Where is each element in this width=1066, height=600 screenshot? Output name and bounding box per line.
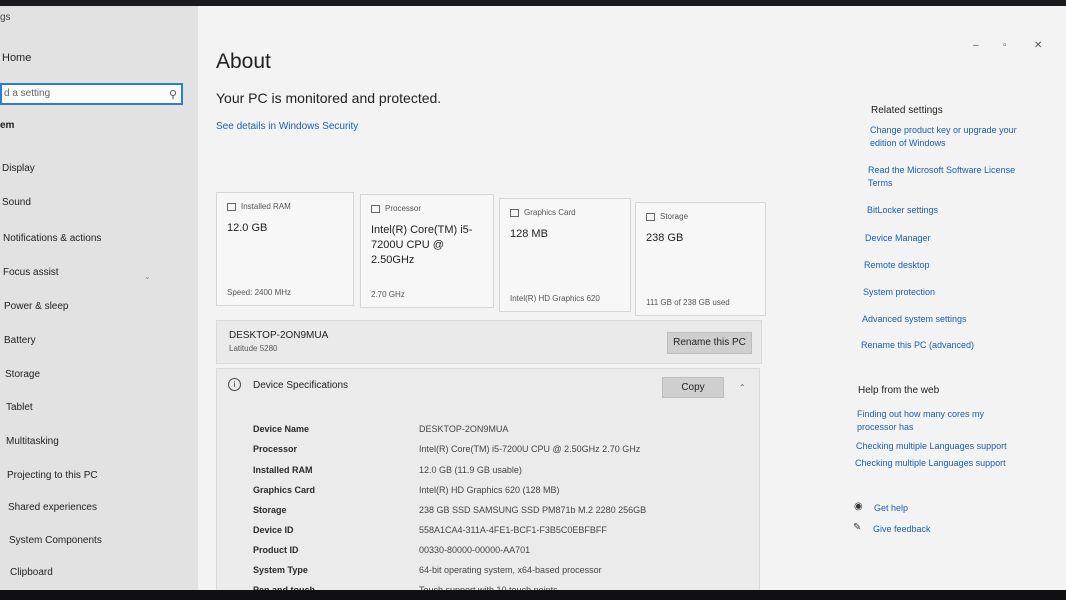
spec-key: Device ID bbox=[253, 525, 294, 535]
main-content: About Your PC is monitored and protected… bbox=[198, 6, 1066, 600]
copy-button[interactable]: Copy bbox=[662, 377, 724, 398]
rename-pc-advanced-link[interactable]: Rename this PC (advanced) bbox=[861, 339, 1031, 352]
card-graphics: Graphics Card 128 MB Intel(R) HD Graphic… bbox=[499, 198, 631, 312]
search-icon: ⚲ bbox=[168, 89, 177, 101]
card-sub: 111 GB of 238 GB used bbox=[646, 298, 730, 307]
close-button[interactable]: ✕ bbox=[1034, 40, 1042, 51]
license-terms-link[interactable]: Read the Microsoft Software License Term… bbox=[868, 164, 1033, 190]
sidebar-item-clipboard[interactable]: Clipboard bbox=[10, 567, 53, 578]
minimize-button[interactable]: – bbox=[973, 40, 979, 51]
window-title: gs bbox=[0, 12, 11, 23]
card-value: 128 MB bbox=[510, 228, 548, 240]
sidebar-item-tablet[interactable]: Tablet bbox=[6, 402, 33, 413]
spec-key: Storage bbox=[253, 505, 287, 515]
languages-help-link[interactable]: Checking multiple Languages support bbox=[856, 440, 1036, 453]
sidebar-item-power-sleep[interactable]: Power & sleep bbox=[4, 301, 68, 312]
sidebar-section-system: em bbox=[0, 120, 15, 131]
pc-name-bar: DESKTOP-2ON9MUA Latitude 5280 Rename thi… bbox=[216, 320, 762, 364]
related-settings-title: Related settings bbox=[871, 105, 943, 116]
device-specifications: i Device Specifications Copy ⌃ Device Na… bbox=[216, 368, 760, 600]
card-label: Storage bbox=[660, 212, 689, 221]
change-product-key-link[interactable]: Change product key or upgrade your editi… bbox=[870, 124, 1035, 150]
card-label: Graphics Card bbox=[524, 208, 576, 217]
card-value: 238 GB bbox=[646, 232, 684, 244]
card-value: 12.0 GB bbox=[227, 222, 268, 234]
cores-help-link[interactable]: Finding out how many cores my processor … bbox=[857, 408, 1007, 434]
remote-desktop-link[interactable]: Remote desktop bbox=[864, 259, 1034, 272]
system-protection-link[interactable]: System protection bbox=[863, 286, 1033, 299]
sidebar-item-projecting[interactable]: Projecting to this PC bbox=[7, 470, 98, 481]
pc-name: DESKTOP-2ON9MUA bbox=[229, 330, 329, 341]
card-label: Processor bbox=[385, 204, 422, 213]
settings-window: gs Home d a setting ⚲ em Display Sound N… bbox=[0, 6, 1066, 600]
spec-key: Product ID bbox=[253, 545, 299, 555]
spec-key: Installed RAM bbox=[253, 465, 313, 475]
spec-key: Processor bbox=[253, 444, 298, 454]
ram-icon bbox=[227, 202, 236, 211]
search-input[interactable]: d a setting ⚲ bbox=[0, 83, 183, 105]
processor-icon bbox=[371, 204, 380, 213]
sidebar-item-storage[interactable]: Storage bbox=[5, 369, 40, 380]
spec-value: DESKTOP-2ON9MUA bbox=[419, 424, 509, 434]
spec-value: Intel(R) HD Graphics 620 (128 MB) bbox=[419, 485, 560, 495]
give-feedback-link[interactable]: Give feedback bbox=[873, 523, 1043, 536]
feedback-icon: ✎ bbox=[853, 522, 862, 533]
graphics-card-icon bbox=[510, 208, 519, 217]
spec-value: 12.0 GB (11.9 GB usable) bbox=[419, 465, 522, 475]
chevron-down-icon: ⌄ bbox=[144, 272, 151, 281]
get-help-icon: ◉ bbox=[854, 501, 863, 512]
bitlocker-link[interactable]: BitLocker settings bbox=[867, 204, 1037, 217]
maximize-button[interactable]: ▫ bbox=[1003, 40, 1007, 51]
languages-help-link-2[interactable]: Checking multiple Languages support bbox=[855, 457, 1035, 470]
card-processor: Processor Intel(R) Core(TM) i5-7200U CPU… bbox=[360, 194, 494, 308]
pc-model: Latitude 5280 bbox=[229, 344, 278, 353]
card-storage: Storage 238 GB 111 GB of 238 GB used bbox=[635, 202, 766, 316]
card-sub: Intel(R) HD Graphics 620 bbox=[510, 294, 600, 303]
sidebar-home[interactable]: Home bbox=[2, 52, 31, 64]
card-sub: 2.70 GHz bbox=[371, 290, 405, 299]
sidebar-item-battery[interactable]: Battery bbox=[4, 335, 36, 346]
spec-value: 238 GB SSD SAMSUNG SSD PM871b M.2 2280 2… bbox=[419, 505, 647, 515]
sidebar-item-multitasking[interactable]: Multitasking bbox=[6, 436, 59, 447]
card-installed-ram: Installed RAM 12.0 GB Speed: 2400 MHz bbox=[216, 192, 354, 306]
taskbar bbox=[0, 590, 1066, 600]
advanced-system-settings-link[interactable]: Advanced system settings bbox=[862, 313, 1032, 326]
get-help-link[interactable]: Get help bbox=[874, 502, 1044, 515]
sidebar-item-display[interactable]: Display bbox=[2, 163, 35, 174]
spec-value: 00330-80000-00000-AA701 bbox=[419, 545, 531, 555]
rename-pc-button[interactable]: Rename this PC bbox=[667, 332, 752, 354]
search-placeholder: d a setting bbox=[4, 88, 51, 99]
device-manager-link[interactable]: Device Manager bbox=[865, 232, 1035, 245]
spec-value: Intel(R) Core(TM) i5-7200U CPU @ 2.50GHz… bbox=[419, 444, 641, 454]
page-title: About bbox=[216, 50, 271, 73]
protection-status: Your PC is monitored and protected. bbox=[216, 90, 442, 106]
chevron-up-icon[interactable]: ⌃ bbox=[739, 383, 746, 392]
sidebar-item-system-components[interactable]: System Components bbox=[9, 535, 102, 546]
windows-security-link[interactable]: See details in Windows Security bbox=[216, 121, 358, 132]
card-sub: Speed: 2400 MHz bbox=[227, 288, 292, 297]
sidebar-item-focus-assist[interactable]: Focus assist bbox=[3, 267, 59, 278]
spec-key: Device Name bbox=[253, 424, 310, 434]
specs-title: Device Specifications bbox=[253, 380, 349, 391]
spec-value: 558A1CA4-311A-4FE1-BCF1-F3B5C0EBFBFF bbox=[419, 525, 607, 535]
storage-icon bbox=[646, 212, 655, 221]
sidebar-item-sound[interactable]: Sound bbox=[2, 197, 31, 208]
help-web-title: Help from the web bbox=[858, 385, 940, 396]
spec-value: 64-bit operating system, x64-based proce… bbox=[419, 565, 602, 575]
card-value: Intel(R) Core(TM) i5-7200U CPU @ 2.50GHz bbox=[371, 224, 473, 266]
spec-key: Graphics Card bbox=[253, 485, 316, 495]
spec-key: System Type bbox=[253, 565, 308, 575]
sidebar-item-shared-experiences[interactable]: Shared experiences bbox=[8, 502, 97, 513]
card-label: Installed RAM bbox=[241, 202, 291, 211]
info-icon: i bbox=[228, 378, 241, 391]
sidebar-item-notifications[interactable]: Notifications & actions bbox=[3, 233, 101, 244]
sidebar: gs Home d a setting ⚲ em Display Sound N… bbox=[0, 6, 198, 600]
